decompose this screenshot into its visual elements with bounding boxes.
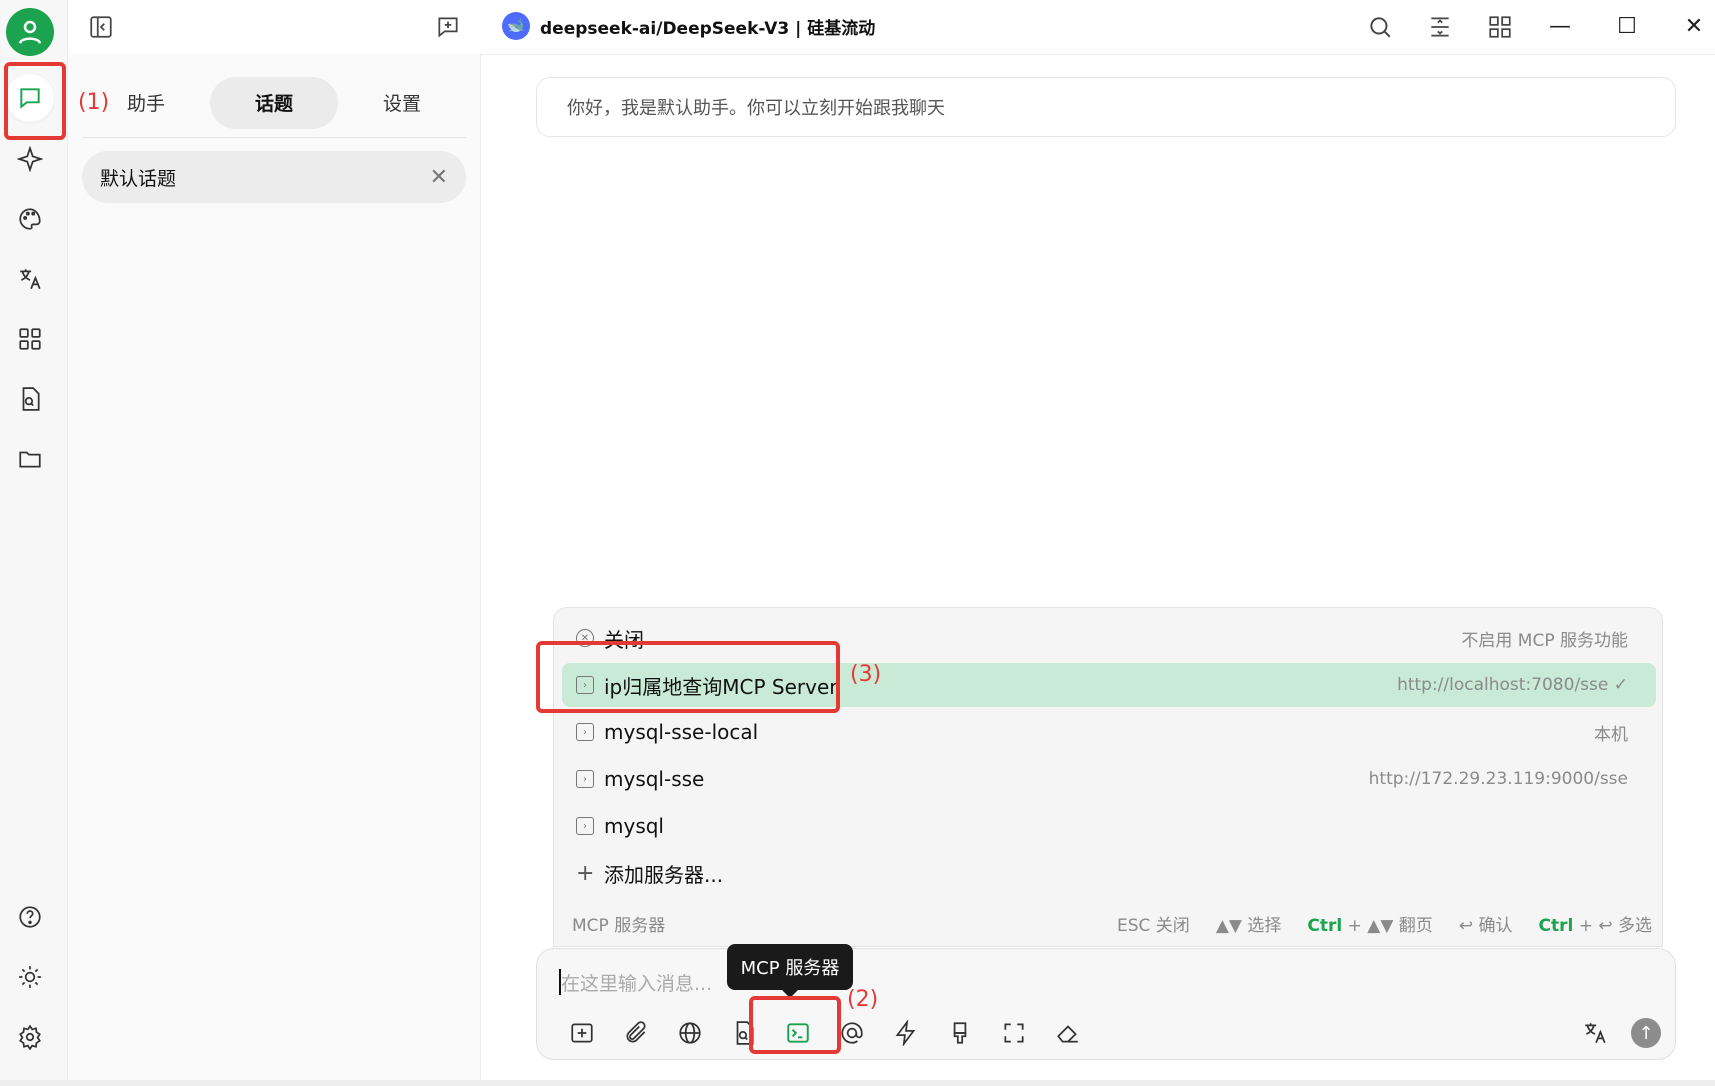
terminal-icon: ›: [576, 770, 594, 788]
tab-topics[interactable]: 话题: [210, 76, 338, 129]
terminal-icon: ›: [576, 817, 594, 835]
plus-icon: +: [576, 860, 595, 886]
topic-item[interactable]: 默认话题 ✕: [82, 151, 466, 203]
annotation-box-2: [749, 996, 841, 1054]
bottom-edge: [0, 1080, 1715, 1086]
mcp-item-label: mysql: [604, 814, 664, 838]
topic-label: 默认话题: [100, 167, 177, 190]
hint-esc: ESC 关闭: [1117, 915, 1190, 936]
new-topic-icon[interactable]: [555, 1015, 609, 1051]
annotation-label-3: (3): [850, 662, 882, 687]
panel-tabs: 助手 话题 设置: [82, 68, 466, 138]
mcp-item-mysql-sse-local[interactable]: › mysql-sse-local 本机: [562, 710, 1656, 754]
sparkle-icon[interactable]: [9, 138, 51, 180]
annotation-label-1: (1): [78, 90, 110, 115]
search-icon[interactable]: [1363, 10, 1397, 44]
close-icon[interactable]: ✕: [430, 165, 448, 190]
input-right-tools: ↑: [1577, 1015, 1661, 1051]
deepseek-logo-icon: 🐋: [502, 12, 530, 40]
maximize-button[interactable]: ☐: [1605, 8, 1649, 44]
message-input[interactable]: 在这里输入消息...: [561, 969, 712, 996]
mcp-item-desc: 不启用 MCP 服务功能: [1461, 630, 1628, 651]
help-icon[interactable]: [9, 896, 51, 938]
topic-panel: 助手 话题 设置 默认话题 ✕: [68, 54, 481, 1080]
app-title: 🐋 deepseek-ai/DeepSeek-V3 | 硅基流动: [502, 12, 875, 40]
annotation-label-2: (2): [847, 987, 879, 1012]
annotation-box-3: [536, 641, 840, 713]
hint-multi: Ctrl + ↩ 多选: [1538, 911, 1652, 936]
hint-page: Ctrl + ▲▼ 翻页: [1307, 911, 1432, 936]
mcp-footer-title: MCP 服务器: [572, 915, 666, 936]
hint-multi-text: + ↩ 多选: [1573, 915, 1652, 936]
hint-page-text: + ▲▼ 翻页: [1342, 915, 1433, 936]
eraser-icon[interactable]: [1041, 1015, 1095, 1051]
mcp-item-mysql-sse[interactable]: › mysql-sse http://172.29.23.119:9000/ss…: [562, 757, 1656, 801]
expand-icon[interactable]: [1423, 10, 1457, 44]
lightning-icon[interactable]: [879, 1015, 933, 1051]
close-button[interactable]: ✕: [1672, 8, 1715, 44]
window-title: deepseek-ai/DeepSeek-V3 | 硅基流动: [540, 18, 876, 39]
hint-multi-key: Ctrl: [1538, 915, 1574, 936]
arrow-up-icon: ↑: [1638, 1022, 1654, 1044]
mcp-item-desc: http://localhost:7080/sse ✓: [1397, 675, 1628, 695]
mcp-item-label: mysql-sse: [604, 767, 705, 791]
terminal-icon: ›: [576, 723, 594, 741]
avatar[interactable]: [6, 8, 54, 56]
mcp-footer: MCP 服务器 ESC 关闭 ▲▼ 选择 Ctrl + ▲▼ 翻页 ↩ 确认 C…: [572, 908, 1652, 938]
app-window: 🐋 deepseek-ai/DeepSeek-V3 | 硅基流动 — ☐ ✕ 助…: [0, 0, 1715, 1086]
mcp-tooltip: MCP 服务器: [727, 944, 853, 998]
annotation-box-1: [4, 62, 66, 140]
title-bar: 🐋 deepseek-ai/DeepSeek-V3 | 硅基流动 — ☐ ✕: [0, 0, 1715, 54]
globe-icon[interactable]: [663, 1015, 717, 1051]
toggle-sidebar-icon[interactable]: [84, 10, 118, 44]
minimize-button[interactable]: —: [1538, 8, 1582, 44]
hint-select: ▲▼ 选择: [1215, 915, 1282, 936]
send-button[interactable]: ↑: [1631, 1018, 1661, 1048]
grid-icon[interactable]: [1483, 10, 1517, 44]
translate-icon[interactable]: [1577, 1015, 1613, 1051]
new-topic-icon[interactable]: [431, 10, 465, 44]
palette-icon[interactable]: [9, 198, 51, 240]
file-search-icon[interactable]: [9, 378, 51, 420]
brush-icon[interactable]: [933, 1015, 987, 1051]
mcp-item-mysql[interactable]: › mysql: [562, 804, 1656, 848]
attachment-icon[interactable]: [609, 1015, 663, 1051]
greeting-message: 你好，我是默认助手。你可以立刻开始跟我聊天: [536, 77, 1676, 137]
theme-icon[interactable]: [9, 956, 51, 998]
mcp-add-server[interactable]: + 添加服务器...: [562, 851, 1656, 895]
fullscreen-icon[interactable]: [987, 1015, 1041, 1051]
tab-settings[interactable]: 设置: [338, 77, 466, 129]
translate-icon[interactable]: [9, 258, 51, 300]
chat-divider: [481, 54, 1715, 55]
mcp-item-desc: http://172.29.23.119:9000/sse: [1368, 769, 1628, 789]
hint-confirm: ↩ 确认: [1458, 915, 1513, 936]
left-rail: [0, 0, 68, 1080]
hint-page-key: Ctrl: [1307, 915, 1343, 936]
settings-gear-icon[interactable]: [9, 1016, 51, 1058]
mcp-item-desc: 本机: [1594, 724, 1628, 745]
folder-icon[interactable]: [9, 438, 51, 480]
mcp-item-label: 添加服务器...: [604, 862, 724, 887]
apps-icon[interactable]: [9, 318, 51, 360]
message-input-box[interactable]: 在这里输入消息... ↑: [536, 948, 1676, 1060]
mcp-item-label: mysql-sse-local: [604, 720, 759, 744]
